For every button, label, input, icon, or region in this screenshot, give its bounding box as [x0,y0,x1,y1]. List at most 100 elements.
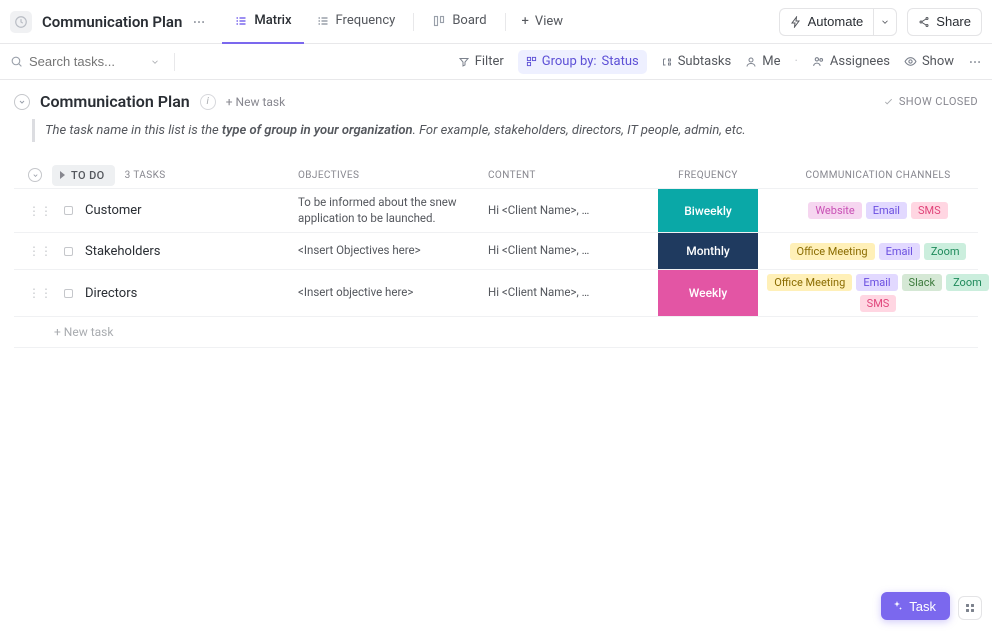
show-label: Show [922,54,954,69]
plus-icon: + [522,14,529,29]
subtasks-icon [661,56,673,68]
sparkle-icon [891,600,903,612]
more-icon[interactable] [968,55,982,69]
col-content[interactable]: CONTENT [488,170,658,181]
title-menu-icon[interactable] [192,15,206,29]
objectives-cell[interactable]: To be informed about the snew applicatio… [298,189,488,232]
info-icon[interactable]: i [200,94,216,110]
assignees-label: Assignees [830,54,890,69]
status-checkbox[interactable] [64,289,73,298]
view-tab-label: Frequency [336,13,396,28]
automate-dropdown[interactable] [873,8,897,36]
channel-tag[interactable]: Website [808,202,861,219]
check-icon [883,96,894,107]
column-headers: TO DO 3 TASKS OBJECTIVES CONTENT FREQUEN… [14,162,978,188]
automate-button[interactable]: Automate [779,8,874,36]
channel-tag[interactable]: SMS [911,202,948,219]
task-button-label: Task [909,599,936,614]
add-view-label: View [535,14,563,29]
assignees-button[interactable]: Assignees [812,54,890,69]
group-description: The task name in this list is the type o… [32,119,978,142]
frequency-cell[interactable]: Weekly [658,270,758,316]
channel-tag[interactable]: SMS [860,295,897,312]
task-name[interactable]: Directors [85,286,137,301]
user-icon [745,56,757,68]
channels-cell[interactable]: Website EmailSMS [758,198,992,223]
channel-tag[interactable]: Slack [902,274,943,291]
status-checkbox[interactable] [64,206,73,215]
status-pill[interactable]: TO DO [52,165,115,186]
col-objectives[interactable]: OBJECTIVES [298,170,488,181]
group-title: Communication Plan [40,92,190,111]
channel-tag[interactable]: Email [879,243,920,260]
status-checkbox[interactable] [64,247,73,256]
subtasks-label: Subtasks [678,54,732,69]
me-label: Me [762,54,780,69]
filter-button[interactable]: Filter [458,54,504,69]
objectives-cell[interactable]: <Insert Objectives here> [298,237,488,265]
task-name[interactable]: Customer [85,203,142,218]
show-button[interactable]: Show [904,54,954,69]
collapse-toggle[interactable] [14,94,30,110]
channel-tag[interactable]: Office Meeting [790,243,875,260]
status-label: TO DO [71,169,105,182]
objectives-cell[interactable]: <Insert objective here> [298,279,488,307]
me-button[interactable]: Me [745,54,780,69]
list-icon [316,14,330,28]
group-by-value: Status [602,54,639,69]
doc-icon [10,11,32,33]
new-task-footer[interactable]: + New task [14,317,978,348]
frequency-cell[interactable]: Biweekly [658,189,758,232]
view-separator [505,13,506,31]
drag-handle-icon[interactable]: ⋮⋮ [28,204,52,218]
new-task-link-header[interactable]: + New task [226,95,285,109]
channels-cell[interactable]: Office MeetingEmail SlackZoom SMS [758,270,992,316]
list-icon [234,14,248,28]
search-input[interactable] [29,54,144,69]
view-tab-frequency[interactable]: Frequency [304,0,408,44]
task-row[interactable]: ⋮⋮ Customer To be informed about the snew … [14,188,978,233]
col-channels[interactable]: COMMUNICATION CHANNELS [758,170,992,181]
search-icon [10,55,23,68]
task-name[interactable]: Stakeholders [85,244,160,259]
group-by-label: Group by: [542,54,597,69]
apps-grid-button[interactable] [958,596,982,620]
subtasks-button[interactable]: Subtasks [661,54,732,69]
group-header: Communication Plan i + New task SHOW CLO… [14,92,978,111]
view-tabs: Matrix Frequency Board + View [222,0,573,44]
filter-label: Filter [475,54,504,69]
channel-tag[interactable]: Zoom [946,274,989,291]
page-title: Communication Plan [42,13,182,31]
channel-tag[interactable]: Email [856,274,897,291]
col-frequency[interactable]: FREQUENCY [658,170,758,181]
content-cell[interactable]: Hi <Client Name>, … [488,197,658,225]
drag-handle-icon[interactable]: ⋮⋮ [28,286,52,300]
view-tab-label: Matrix [254,13,291,28]
channels-cell[interactable]: Office MeetingEmailZoom [758,239,992,264]
search-box[interactable] [10,54,160,69]
group-by-button[interactable]: Group by: Status [518,50,647,74]
chevron-down-icon[interactable] [150,57,160,67]
view-separator [413,13,414,31]
filter-icon [458,56,470,68]
new-task-float-button[interactable]: Task [881,592,950,620]
automate-label: Automate [808,14,864,29]
share-button[interactable]: Share [907,8,982,36]
channel-tag[interactable]: Email [866,202,907,219]
content-cell[interactable]: Hi <Client Name>, … [488,237,658,265]
task-row[interactable]: ⋮⋮ Stakeholders <Insert Objectives here>Hi… [14,232,978,270]
view-tab-board[interactable]: Board [420,0,498,44]
channel-tag[interactable]: Zoom [924,243,967,260]
content-cell[interactable]: Hi <Client Name>, … [488,279,658,307]
show-closed-label: SHOW CLOSED [899,95,978,108]
tasks-count: 3 TASKS [125,170,166,181]
drag-handle-icon[interactable]: ⋮⋮ [28,244,52,258]
collapse-status-toggle[interactable] [28,168,42,182]
task-row[interactable]: ⋮⋮ Directors <Insert objective here>Hi <Cl… [14,269,978,317]
frequency-cell[interactable]: Monthly [658,233,758,269]
add-view-button[interactable]: + View [512,14,574,29]
view-tab-matrix[interactable]: Matrix [222,0,303,44]
show-closed-toggle[interactable]: SHOW CLOSED [883,95,978,108]
channel-tag[interactable]: Office Meeting [767,274,852,291]
view-tab-label: Board [452,13,486,28]
